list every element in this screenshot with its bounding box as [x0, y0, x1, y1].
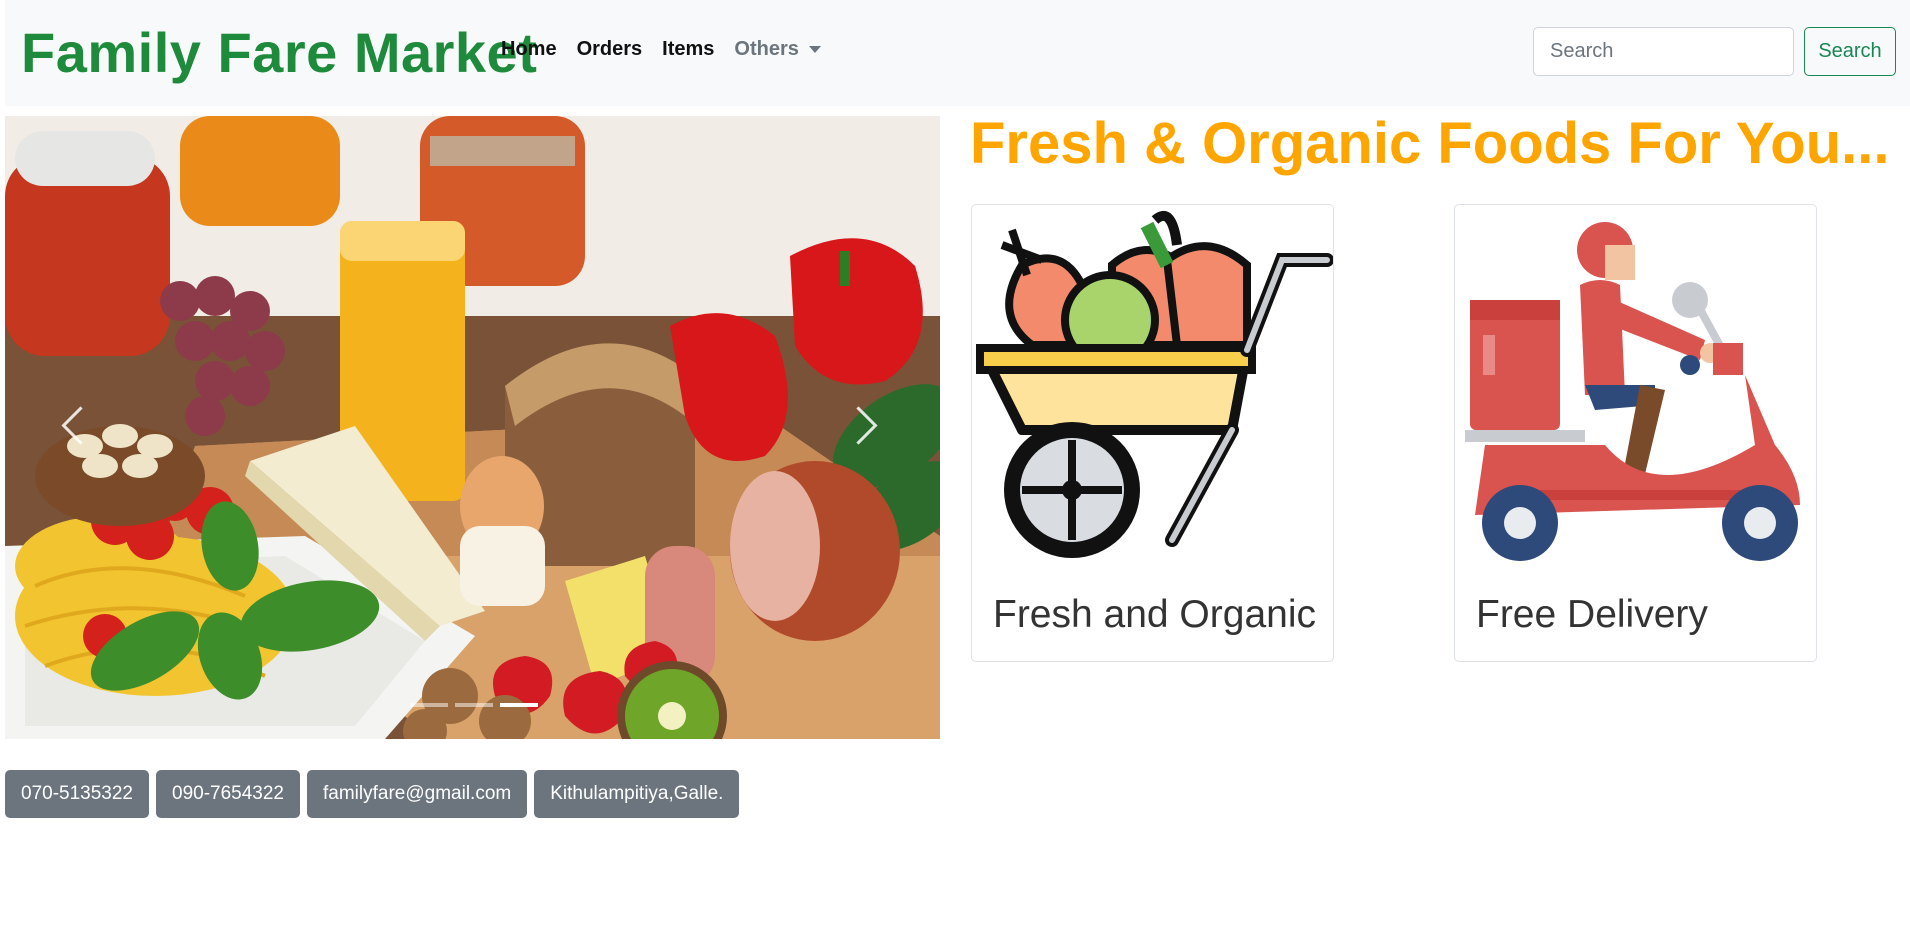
search-button[interactable]: Search [1804, 27, 1896, 76]
nav-dropdown-label: Others [734, 38, 799, 60]
nav-link-orders[interactable]: Orders [577, 38, 643, 61]
search-input[interactable] [1533, 27, 1794, 76]
feature-card-delivery: Free Delivery [1454, 204, 1817, 662]
hero-carousel [5, 116, 940, 739]
carousel-prev-button[interactable] [45, 386, 105, 466]
brand-logo[interactable]: Family Fare Market [21, 20, 537, 85]
nav-dropdown-others[interactable]: Others [734, 38, 821, 61]
carousel-indicator-2[interactable] [455, 703, 493, 707]
food-spread-photo [5, 116, 940, 739]
contact-bar: 070-5135322 090-7654322 familyfare@gmail… [5, 770, 740, 818]
card-title-fresh: Fresh and Organic [993, 593, 1316, 636]
contact-phone-1[interactable]: 070-5135322 [5, 770, 149, 818]
nav-links: Home Orders Items Others [501, 38, 841, 61]
carousel-indicator-1[interactable] [410, 703, 448, 707]
navbar: Family Fare Market Home Orders Items Oth… [5, 0, 1910, 106]
contact-phone-2[interactable]: 090-7654322 [156, 770, 300, 818]
card-title-delivery: Free Delivery [1476, 593, 1708, 636]
caret-down-icon [808, 46, 821, 53]
hero-headline: Fresh & Organic Foods For You... [970, 111, 1890, 176]
carousel-indicators [410, 703, 538, 707]
carousel-indicator-3[interactable] [500, 703, 538, 707]
feature-card-fresh: Fresh and Organic [971, 204, 1334, 662]
carousel-next-button[interactable] [835, 386, 895, 466]
delivery-scooter-icon [1465, 222, 1800, 561]
nav-link-home[interactable]: Home [501, 38, 557, 61]
nav-link-items[interactable]: Items [662, 38, 714, 61]
contact-email[interactable]: familyfare@gmail.com [307, 770, 528, 818]
contact-address[interactable]: Kithulampitiya,Galle. [534, 770, 740, 818]
vegetable-cart-icon [976, 211, 1333, 558]
